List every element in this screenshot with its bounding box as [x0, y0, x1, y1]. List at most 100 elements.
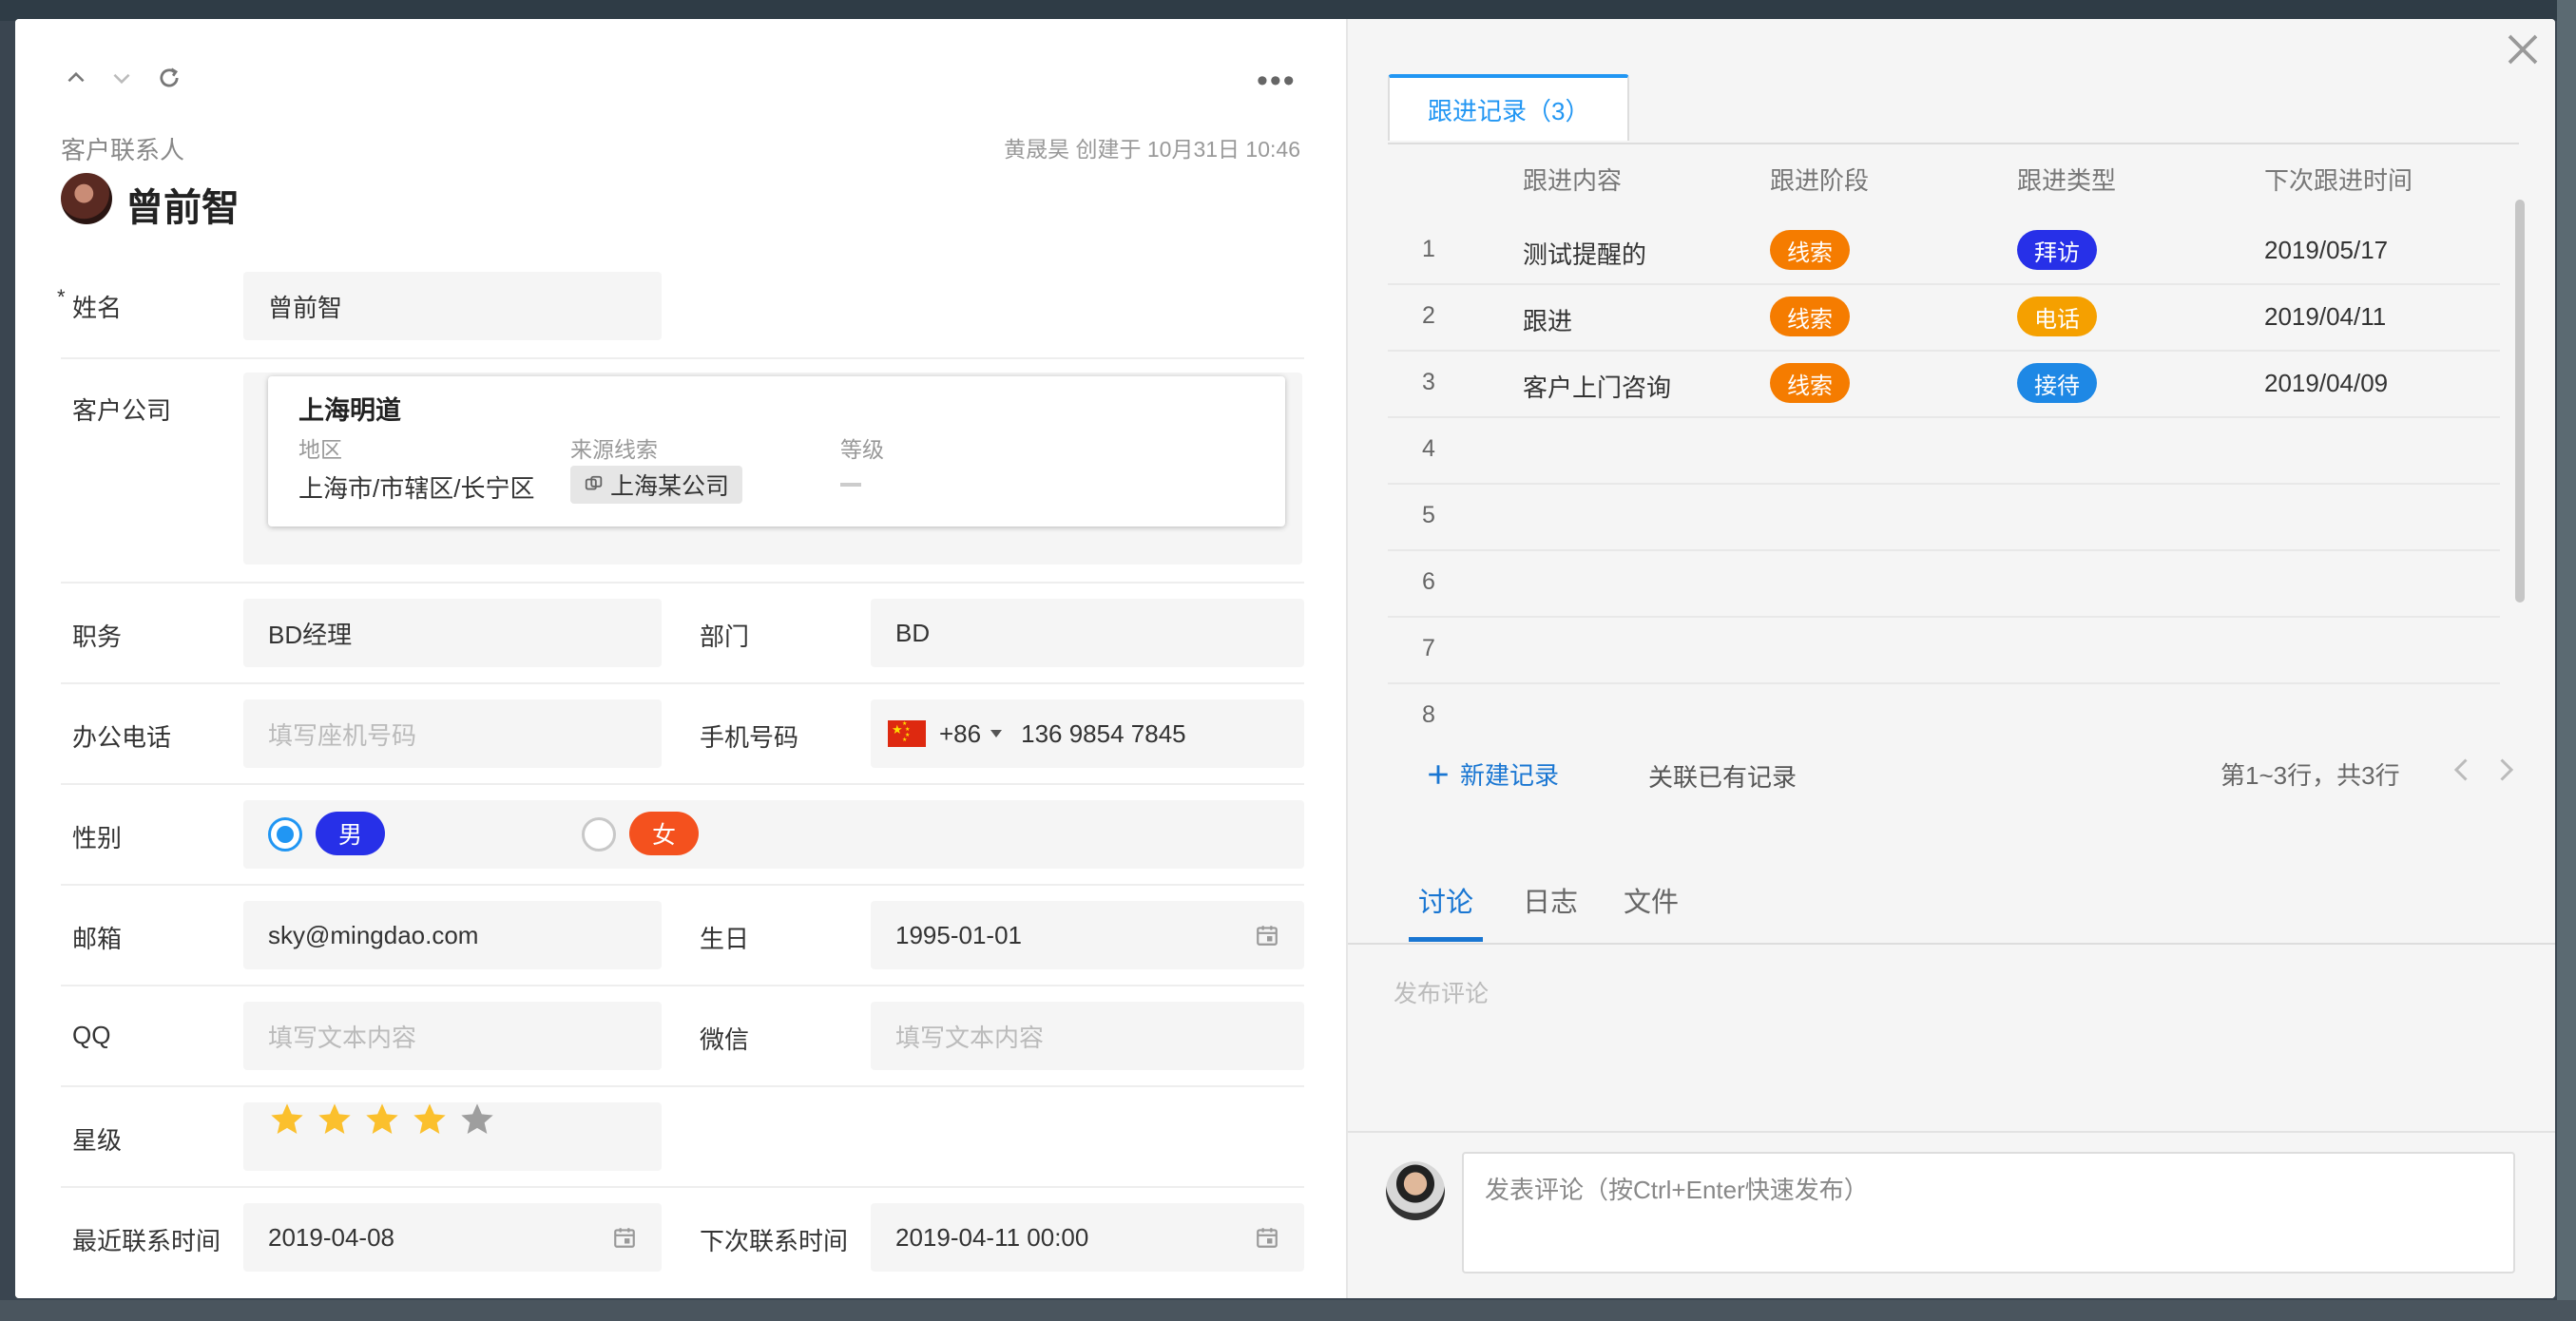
comment-placeholder: 发表评论（按Ctrl+Enter快速发布） [1485, 1176, 1869, 1204]
divider [61, 884, 1304, 886]
next-followup-time: 2019/04/11 [2264, 302, 2387, 331]
position-field[interactable]: BD经理 [243, 599, 662, 667]
position-value: BD经理 [268, 620, 353, 649]
followup-content: 跟进 [1523, 307, 1573, 335]
divider [61, 582, 1304, 584]
discussion-tabs: 讨论 日志 文件 [1348, 867, 2555, 945]
stage-badge: 线索 [1770, 363, 1850, 403]
mobile-value: 136 9854 7845 [1021, 718, 1186, 748]
qq-field[interactable]: 填写文本内容 [243, 1002, 662, 1070]
table-row: 8 [1388, 682, 2500, 749]
table-row: 4 [1388, 416, 2500, 485]
link-existing-button[interactable]: 关联已有记录 [1648, 758, 1797, 794]
source-label: 来源线索 [570, 437, 658, 462]
tab-log[interactable]: 日志 [1523, 880, 1578, 920]
email-field[interactable]: sky@mingdao.com [243, 901, 662, 969]
position-label: 职务 [72, 622, 123, 651]
chevron-right-icon[interactable] [2489, 753, 2523, 787]
mobile-field[interactable]: ★ ★ ★ ★ ★ +86 136 9854 7845 [871, 699, 1304, 768]
office-phone-label: 办公电话 [72, 723, 172, 752]
divider [61, 783, 1304, 785]
qq-label: QQ [72, 1021, 111, 1049]
comment-input[interactable]: 发表评论（按Ctrl+Enter快速发布） [1462, 1152, 2515, 1273]
followup-tabs: 跟进记录（3） [1388, 74, 2519, 144]
next-contact-label: 下次联系时间 [700, 1227, 849, 1255]
prev-record-button[interactable] [57, 59, 95, 97]
gender-female-pill[interactable]: 女 [629, 812, 700, 855]
source-lead-tag[interactable]: 上海某公司 [570, 466, 743, 504]
chevron-left-icon[interactable] [2445, 753, 2479, 787]
qq-placeholder: 填写文本内容 [268, 1023, 417, 1052]
company-name: 上海明道 [298, 396, 401, 425]
divider [61, 357, 1304, 359]
column-header[interactable]: 下次跟进时间 [2264, 162, 2413, 197]
next-contact-field[interactable]: 2019-04-11 00:00 [871, 1203, 1304, 1272]
row-number: 5 [1422, 502, 1435, 528]
table-row: 7 [1388, 616, 2500, 684]
level-empty-mark [840, 483, 861, 487]
more-options-button[interactable]: ••• [1257, 65, 1297, 97]
star-rating[interactable] [268, 1101, 496, 1139]
gender-male-pill[interactable]: 男 [316, 812, 386, 855]
gender-male-radio[interactable] [268, 817, 302, 852]
row-number: 4 [1422, 435, 1435, 462]
pagination-info: 第1~3行，共3行 [2220, 761, 2400, 790]
office-phone-field[interactable]: 填写座机号码 [243, 699, 662, 768]
tab-followup-records[interactable]: 跟进记录（3） [1388, 74, 1630, 141]
wechat-field[interactable]: 填写文本内容 [871, 1002, 1304, 1070]
contact-avatar [61, 173, 112, 224]
type-badge: 电话 [2017, 297, 2097, 336]
current-user-avatar [1386, 1161, 1445, 1220]
row-number: 7 [1422, 635, 1435, 661]
china-flag-icon: ★ ★ ★ ★ ★ [888, 720, 926, 747]
comment-composer: 发表评论（按Ctrl+Enter快速发布） [1348, 1131, 2555, 1298]
mobile-label: 手机号码 [700, 723, 799, 752]
tab-files[interactable]: 文件 [1624, 880, 1679, 920]
department-value: BD [895, 618, 931, 647]
email-label: 邮箱 [72, 925, 123, 953]
office-phone-placeholder: 填写座机号码 [268, 720, 417, 750]
stage-badge: 线索 [1770, 230, 1850, 270]
column-header[interactable]: 跟进内容 [1523, 162, 1622, 197]
column-header[interactable]: 跟进类型 [2017, 162, 2116, 197]
background-app-bar [0, 0, 2576, 21]
followup-content: 客户上门咨询 [1523, 373, 1672, 402]
wechat-placeholder: 填写文本内容 [895, 1023, 1045, 1052]
next-record-button[interactable] [103, 59, 141, 97]
close-icon[interactable] [2496, 23, 2549, 76]
type-badge: 拜访 [2017, 230, 2097, 270]
caret-down-icon[interactable] [990, 730, 1003, 737]
stage-badge: 线索 [1770, 297, 1850, 336]
calendar-icon[interactable] [1255, 1225, 1279, 1250]
birthday-field[interactable]: 1995-01-01 [871, 901, 1304, 969]
name-field[interactable]: 曾前智 [243, 272, 662, 340]
required-mark: * [57, 285, 66, 309]
column-header[interactable]: 跟进阶段 [1770, 162, 1869, 197]
company-card[interactable]: 上海明道 地区 来源线索 等级 上海市/市辖区/长宁区 上海某公司 [268, 376, 1285, 526]
last-contact-field[interactable]: 2019-04-08 [243, 1203, 662, 1272]
country-code[interactable]: +86 [939, 719, 981, 749]
table-row[interactable]: 1 测试提醒的 线索 拜访 2019/05/17 [1388, 217, 2500, 285]
star-filled-icon[interactable] [363, 1101, 401, 1139]
active-tab-indicator [1409, 937, 1483, 942]
new-record-button[interactable]: 新建记录 [1426, 756, 1559, 792]
tab-discussion[interactable]: 讨论 [1418, 880, 1473, 920]
company-label: 客户公司 [72, 396, 172, 425]
calendar-icon[interactable] [1255, 923, 1279, 948]
last-contact-label: 最近联系时间 [72, 1227, 221, 1255]
gender-female-radio[interactable] [582, 817, 616, 852]
star-empty-icon[interactable] [458, 1101, 496, 1139]
refresh-button[interactable] [150, 59, 188, 97]
row-number: 6 [1422, 568, 1435, 595]
department-field[interactable]: BD [871, 599, 1304, 667]
table-row[interactable]: 2 跟进 线索 电话 2019/04/11 [1388, 283, 2500, 352]
type-badge: 接待 [2017, 363, 2097, 403]
new-record-label: 新建记录 [1460, 761, 1560, 790]
table-row[interactable]: 3 客户上门咨询 线索 接待 2019/04/09 [1388, 350, 2500, 418]
name-label: 姓名 [72, 294, 123, 322]
table-scrollbar[interactable] [2515, 200, 2525, 603]
calendar-icon[interactable] [612, 1225, 637, 1250]
star-filled-icon[interactable] [268, 1101, 306, 1139]
star-filled-icon[interactable] [411, 1101, 449, 1139]
star-filled-icon[interactable] [316, 1101, 354, 1139]
